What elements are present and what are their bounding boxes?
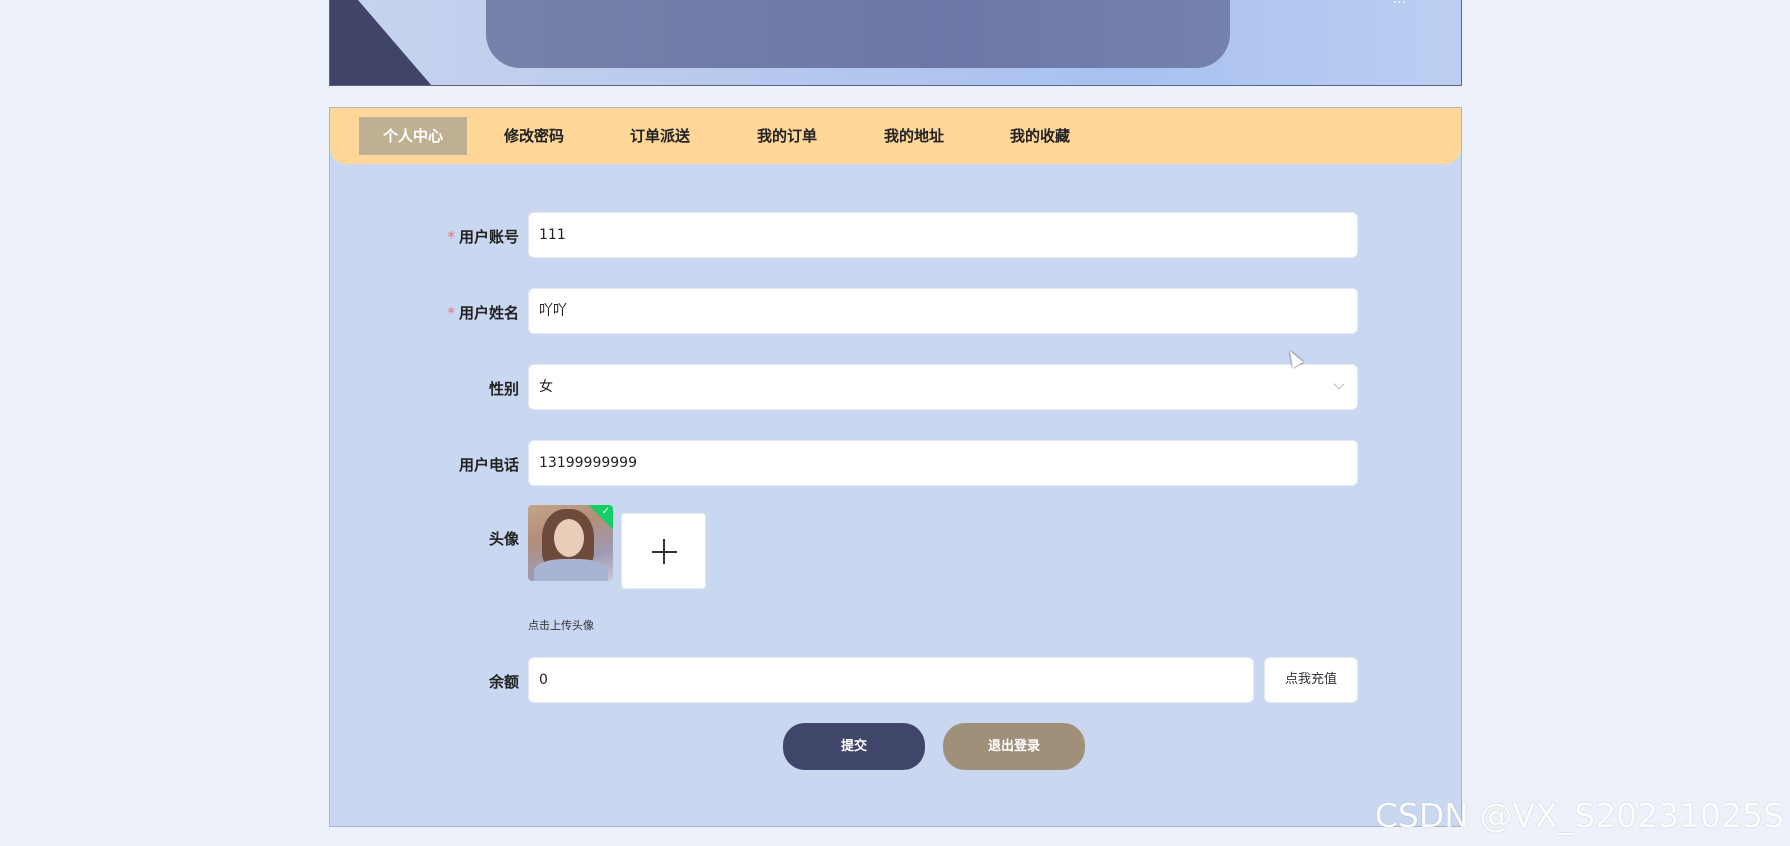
banner-text: ... [1393,0,1406,7]
avatar-image[interactable]: ✓ [528,505,613,581]
header-banner: ... [329,0,1462,86]
tab-order-delivery[interactable]: 订单派送 [606,117,714,155]
chevron-down-icon [1333,378,1345,390]
avatar-label: 头像 [488,530,519,548]
recharge-button[interactable]: 点我充值 [1264,657,1358,703]
tab-my-orders[interactable]: 我的订单 [733,117,841,155]
submit-button[interactable]: 提交 [783,723,925,770]
name-label: * 用户姓名 [447,304,519,322]
phone-label: 用户电话 [458,456,519,474]
tab-my-favorites[interactable]: 我的收藏 [986,117,1094,155]
watermark: CSDN @VX_S20231025S [1374,796,1784,835]
profile-card: 个人中心 修改密码 订单派送 我的订单 我的地址 我的收藏 * 用户账号 111 … [329,107,1462,827]
banner-triangle-decoration [330,0,432,85]
account-label: * 用户账号 [447,228,519,246]
avatar-upload-button[interactable] [621,513,706,589]
tab-my-address[interactable]: 我的地址 [860,117,968,155]
required-mark: * [447,228,455,246]
check-icon: ✓ [601,506,610,517]
phone-input[interactable]: 13199999999 [528,440,1358,486]
gender-value: 女 [539,379,553,395]
tab-change-password[interactable]: 修改密码 [480,117,588,155]
tab-personal-center[interactable]: 个人中心 [359,117,467,155]
required-mark: * [447,304,455,322]
balance-label: 余额 [488,673,519,691]
banner-panel [486,0,1230,68]
tab-bar: 个人中心 修改密码 订单派送 我的订单 我的地址 我的收藏 [330,108,1461,164]
gender-select[interactable]: 女 [528,364,1358,410]
avatar-upload-hint: 点击上传头像 [528,619,594,632]
logout-button[interactable]: 退出登录 [943,723,1085,770]
account-input[interactable]: 111 [528,212,1358,258]
gender-label: 性别 [488,380,519,398]
name-input[interactable]: 吖吖 [528,288,1358,334]
balance-input[interactable]: 0 [528,657,1254,703]
